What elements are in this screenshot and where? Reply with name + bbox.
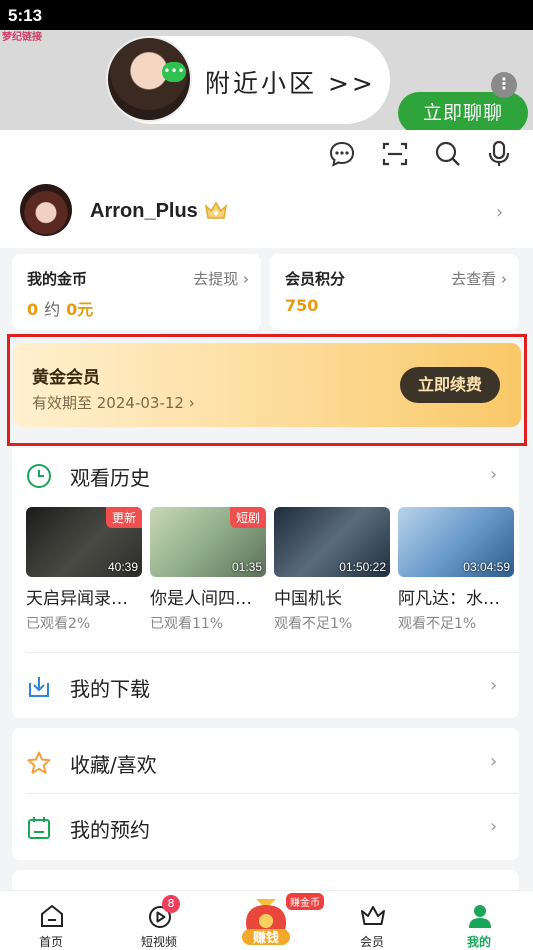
status-bar: 5:13 — [0, 0, 533, 30]
downloads-row[interactable]: 我的下载 › — [12, 661, 519, 711]
tab-me-label: 我的 — [466, 935, 491, 949]
tab-vip-label: 会员 — [359, 935, 384, 949]
reservations-chevron-icon: › — [490, 816, 498, 837]
top-toolbar — [0, 130, 533, 180]
history-title-4[interactable]: 阿凡达：水… — [398, 584, 514, 609]
tab-me[interactable]: 我的 — [434, 891, 524, 950]
ad-banner[interactable]: 梦纪链接 ••• 附近小区 >> 立即聊聊 ⋮ — [0, 30, 533, 130]
reservations-title: 我的预约 — [70, 818, 150, 842]
profile-row[interactable]: Arron_Plus › — [0, 180, 533, 248]
history-tag-2: 短剧 — [229, 507, 266, 528]
history-title: 观看历史 — [70, 466, 150, 490]
history-progress-3: 观看不足1% — [274, 616, 353, 632]
history-title-2[interactable]: 你是人间四… — [150, 584, 266, 609]
coins-approx: 约 — [44, 300, 61, 319]
history-tag-1: 更新 — [105, 507, 142, 528]
status-time: 5:13 — [8, 6, 43, 25]
history-thumbnail-4[interactable]: 03:04:59 — [398, 507, 514, 577]
membership-expiry[interactable]: 有效期至 2024-03-12 › — [32, 392, 195, 413]
vip-crown-tab-icon — [361, 906, 385, 925]
tab-shorts[interactable]: 短视频 — [114, 891, 204, 950]
history-header[interactable]: 观看历史 › — [12, 450, 519, 500]
favorites-title: 收藏/喜欢 — [70, 753, 157, 777]
scan-icon[interactable] — [381, 140, 409, 168]
favorites-chevron-icon: › — [490, 751, 498, 772]
history-thumbnail-3[interactable]: 01:50:22 — [274, 507, 390, 577]
coins-balance: 0 约 0元 — [27, 296, 93, 320]
downloads-title: 我的下载 — [70, 677, 150, 701]
renew-button[interactable]: 立即续费 — [400, 367, 500, 403]
chat-bubble-icon: ••• — [162, 62, 186, 82]
message-icon[interactable] — [328, 140, 356, 168]
view-points-link[interactable]: 去查看 › — [451, 268, 507, 289]
divider — [26, 793, 519, 794]
tab-earn-label: 赚钱 — [252, 931, 279, 946]
divider — [26, 652, 519, 653]
tab-vip[interactable]: 会员 — [327, 891, 417, 950]
coins-title: 我的金币 — [27, 270, 88, 288]
download-icon — [29, 677, 49, 697]
tab-home[interactable]: 首页 — [6, 891, 96, 950]
membership-card[interactable]: 黄金会员 有效期至 2024-03-12 › 立即续费 — [13, 343, 521, 427]
ad-headline[interactable]: 附近小区 >> — [205, 64, 376, 100]
history-title-1[interactable]: 天启异闻录… — [26, 584, 142, 609]
withdraw-link[interactable]: 去提现 › — [193, 268, 249, 289]
history-progress-1: 已观看2% — [26, 616, 91, 632]
history-duration-1: 40:39 — [107, 560, 138, 574]
points-card[interactable]: 会员积分 去查看 › 750 — [270, 254, 519, 330]
profile-icon — [469, 905, 491, 928]
history-progress-4: 观看不足1% — [398, 616, 477, 632]
home-icon — [41, 904, 63, 927]
search-icon[interactable] — [434, 140, 462, 168]
more-options-icon[interactable]: ⋮ — [491, 72, 517, 98]
star-icon — [27, 751, 51, 774]
vip-crown-icon — [204, 201, 228, 219]
history-title-3[interactable]: 中国机长 — [274, 584, 390, 609]
reservations-row[interactable]: 我的预约 › — [12, 802, 519, 852]
points-title: 会员积分 — [285, 270, 346, 288]
coins-cash: 0元 — [66, 300, 94, 319]
ad-chat-button[interactable]: 立即聊聊 — [398, 92, 528, 130]
profile-chevron-icon: › — [496, 202, 504, 223]
tab-home-label: 首页 — [38, 935, 63, 949]
calendar-icon — [28, 817, 50, 839]
history-thumbnail-1[interactable]: 更新 40:39 — [26, 507, 142, 577]
coins-amount: 0 — [27, 300, 39, 319]
username: Arron_Plus — [90, 200, 198, 222]
favorites-row[interactable]: 收藏/喜欢 › — [12, 737, 519, 787]
downloads-chevron-icon: › — [490, 675, 498, 696]
shorts-badge: 8 — [162, 895, 180, 913]
coins-card[interactable]: 我的金币 去提现 › 0 约 0元 — [12, 254, 261, 330]
avatar[interactable] — [20, 184, 72, 236]
history-duration-4: 03:04:59 — [463, 560, 510, 574]
ad-logo: 梦纪链接 — [2, 32, 42, 43]
earn-coins-tag: 赚金币 — [286, 893, 324, 910]
history-progress-2: 已观看11% — [150, 616, 224, 632]
history-duration-2: 01:35 — [231, 560, 262, 574]
microphone-icon[interactable] — [485, 140, 513, 168]
membership-title: 黄金会员 — [32, 368, 100, 388]
history-duration-3: 01:50:22 — [339, 560, 386, 574]
history-chevron-icon: › — [490, 464, 498, 485]
tab-shorts-label: 短视频 — [140, 935, 177, 949]
history-thumbnail-2[interactable]: 短剧 01:35 — [150, 507, 266, 577]
points-value: 750 — [285, 296, 319, 315]
clock-icon — [27, 464, 51, 488]
